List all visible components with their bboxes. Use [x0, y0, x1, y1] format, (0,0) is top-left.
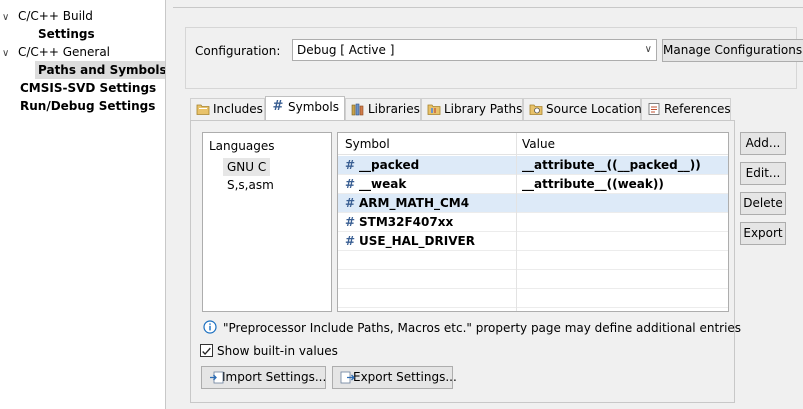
tree-item-label: C/C++ Build [18, 9, 93, 23]
library-icon [351, 103, 364, 116]
table-row[interactable]: # __packed __attribute__((__packed__)) [338, 156, 728, 175]
column-header-value[interactable]: Value [522, 137, 555, 151]
tab-includes[interactable]: Includes [190, 98, 265, 120]
hash-icon: # [272, 99, 284, 114]
tab-label: Library Paths [444, 102, 523, 116]
symbol-name: USE_HAL_DRIVER [359, 234, 475, 248]
manage-configurations-button[interactable]: Manage Configurations... [662, 39, 803, 62]
symbol-name: ARM_MATH_CM4 [359, 196, 470, 210]
hash-icon: # [345, 158, 356, 172]
tree-item-label: C/C++ General [18, 45, 111, 59]
table-row-empty [338, 270, 728, 289]
languages-list[interactable]: Languages GNU C S,s,asm [202, 132, 332, 312]
includes-folder-icon [196, 104, 210, 115]
export-icon [340, 371, 355, 384]
tree-item-label: Paths and Symbols [38, 63, 167, 77]
tree-item-label: Settings [38, 27, 95, 41]
checkbox-box[interactable] [200, 344, 213, 357]
table-row-empty [338, 251, 728, 270]
hash-icon: # [345, 215, 356, 229]
export-settings-button[interactable]: Export Settings... [332, 366, 457, 389]
tree-item-settings[interactable]: Settings [38, 25, 95, 43]
import-icon [210, 371, 224, 384]
tree-item-label: CMSIS-SVD Settings [20, 81, 157, 95]
source-folder-icon [529, 104, 543, 115]
chevron-down-icon[interactable]: ∨ [645, 40, 652, 60]
import-settings-button[interactable]: Import Settings... [201, 366, 326, 389]
chevron-down-icon[interactable]: ∨ [2, 9, 14, 27]
configuration-value: Debug [ Active ] [297, 43, 395, 57]
languages-header: Languages [209, 139, 275, 153]
language-item-asm[interactable]: S,s,asm [223, 176, 278, 194]
properties-panel: Configuration: Debug [ Active ] ∨ Manage… [173, 0, 803, 409]
configuration-group: Configuration: Debug [ Active ] ∨ Manage… [185, 27, 803, 89]
header-divider [173, 0, 803, 8]
tab-label: References [664, 102, 731, 116]
symbol-value: __attribute__((__packed__)) [522, 158, 701, 172]
tree-item-cpp-general[interactable]: ∨ C/C++ General [2, 43, 110, 61]
hash-icon: # [345, 234, 356, 248]
symbols-table-header: Symbol Value [338, 133, 728, 155]
tree-item-cmsis-svd-settings[interactable]: CMSIS-SVD Settings [20, 79, 156, 97]
symbols-tab-content: Languages GNU C S,s,asm Symbol Value # _… [190, 120, 735, 403]
checkmark-icon [202, 347, 211, 356]
tab-label: Symbols [288, 100, 339, 114]
property-tree: ∨ C/C++ Build Settings ∨ C/C++ General Pat… [0, 0, 170, 409]
pane-splitter[interactable] [165, 0, 173, 409]
symbol-value: __attribute__((weak)) [522, 177, 664, 191]
tab-source-location[interactable]: Source Location [523, 98, 642, 120]
symbols-table[interactable]: Symbol Value # __packed __attribute__((_… [337, 132, 729, 312]
symbol-name: __packed [359, 158, 420, 172]
configuration-label: Configuration: [195, 44, 281, 58]
edit-button[interactable]: Edit... [740, 162, 786, 185]
info-icon [203, 320, 217, 334]
table-row[interactable]: # ARM_MATH_CM4 [338, 194, 728, 213]
tab-references[interactable]: References [641, 98, 731, 120]
language-item-gnu-c[interactable]: GNU C [223, 158, 271, 176]
library-paths-icon [427, 104, 441, 115]
hash-icon: # [345, 196, 356, 210]
references-icon [648, 103, 660, 115]
show-builtin-values-label: Show built-in values [217, 344, 338, 358]
configuration-select[interactable]: Debug [ Active ] ∨ [292, 39, 657, 61]
export-button[interactable]: Export [740, 222, 786, 245]
tree-item-paths-and-symbols[interactable]: Paths and Symbols [35, 61, 170, 79]
tab-label: Includes [213, 102, 263, 116]
export-settings-label: Export Settings... [353, 370, 457, 384]
column-separator[interactable] [516, 133, 517, 311]
table-row[interactable]: # STM32F407xx [338, 213, 728, 232]
hash-icon: # [345, 177, 356, 191]
tab-label: Source Location [546, 102, 642, 116]
column-header-symbol[interactable]: Symbol [345, 137, 390, 151]
table-row[interactable]: # USE_HAL_DRIVER [338, 232, 728, 251]
tree-item-run-debug-settings[interactable]: Run/Debug Settings [20, 97, 155, 115]
import-settings-label: Import Settings... [222, 370, 327, 384]
tab-library-paths[interactable]: Library Paths [421, 98, 523, 120]
table-row[interactable]: # __weak __attribute__((weak)) [338, 175, 728, 194]
chevron-down-icon[interactable]: ∨ [2, 45, 14, 63]
tab-symbols[interactable]: # Symbols [265, 96, 345, 120]
tab-label: Libraries [368, 102, 420, 116]
info-message: "Preprocessor Include Paths, Macros etc.… [223, 321, 742, 335]
table-row-empty [338, 289, 728, 308]
tree-item-cpp-build[interactable]: ∨ C/C++ Build [2, 7, 93, 25]
tab-libraries[interactable]: Libraries [345, 98, 421, 120]
symbol-name: __weak [359, 177, 407, 191]
delete-button[interactable]: Delete [740, 192, 786, 215]
add-button[interactable]: Add... [740, 132, 786, 155]
symbol-name: STM32F407xx [359, 215, 454, 229]
tree-item-label: Run/Debug Settings [20, 99, 156, 113]
